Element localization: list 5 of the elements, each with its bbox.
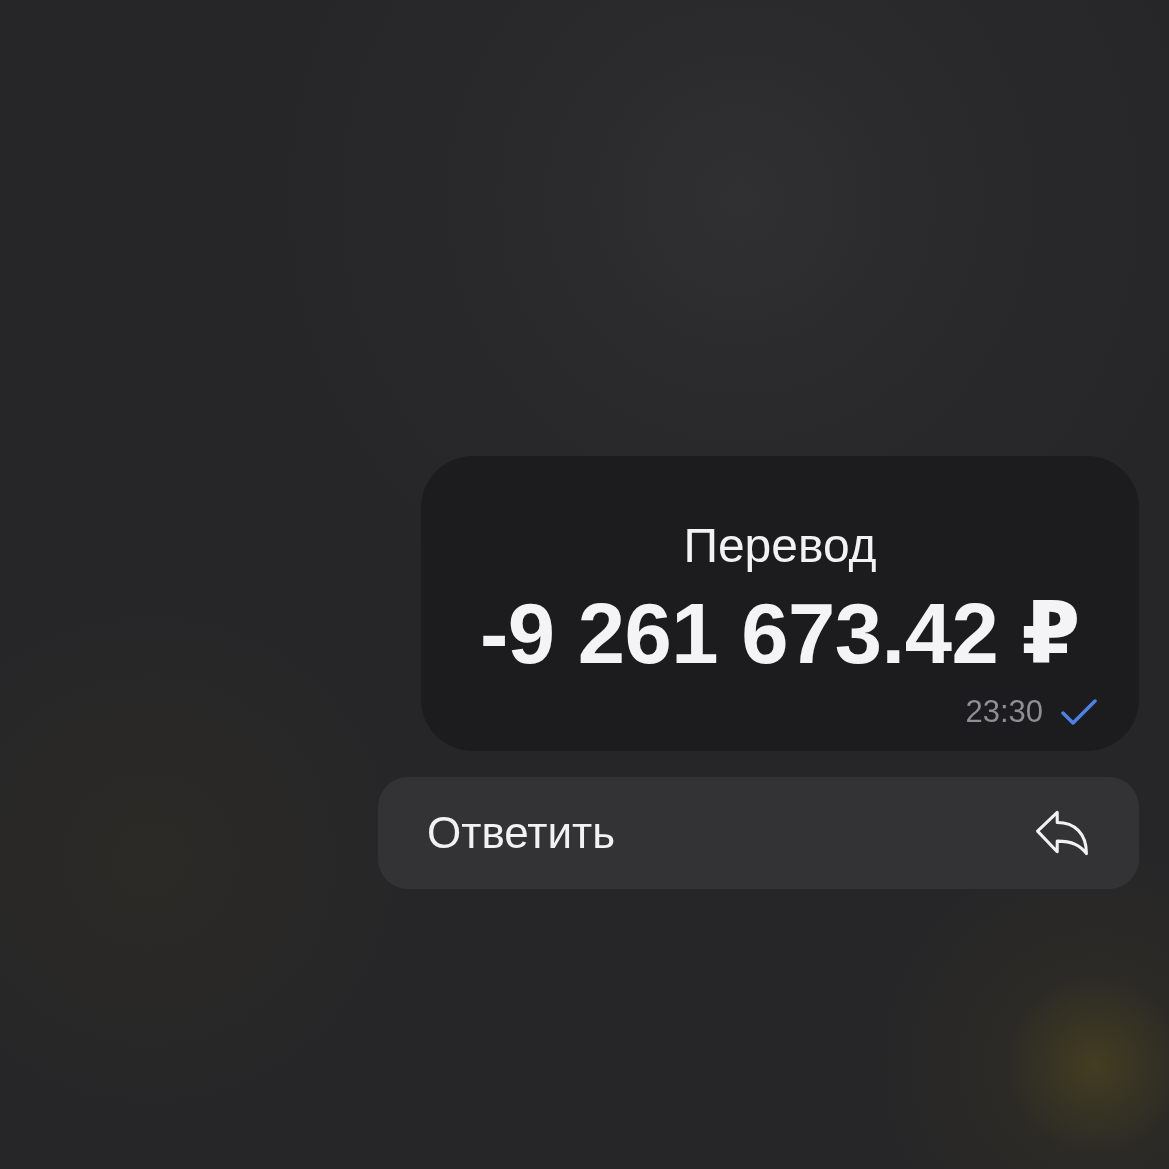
transfer-amount: -9 261 673.42 ₽: [480, 588, 1080, 680]
reply-button[interactable]: Ответить: [378, 777, 1139, 889]
message-title: Перевод: [683, 518, 877, 574]
reply-icon: [1035, 810, 1089, 856]
message-time: 23:30: [965, 694, 1043, 730]
